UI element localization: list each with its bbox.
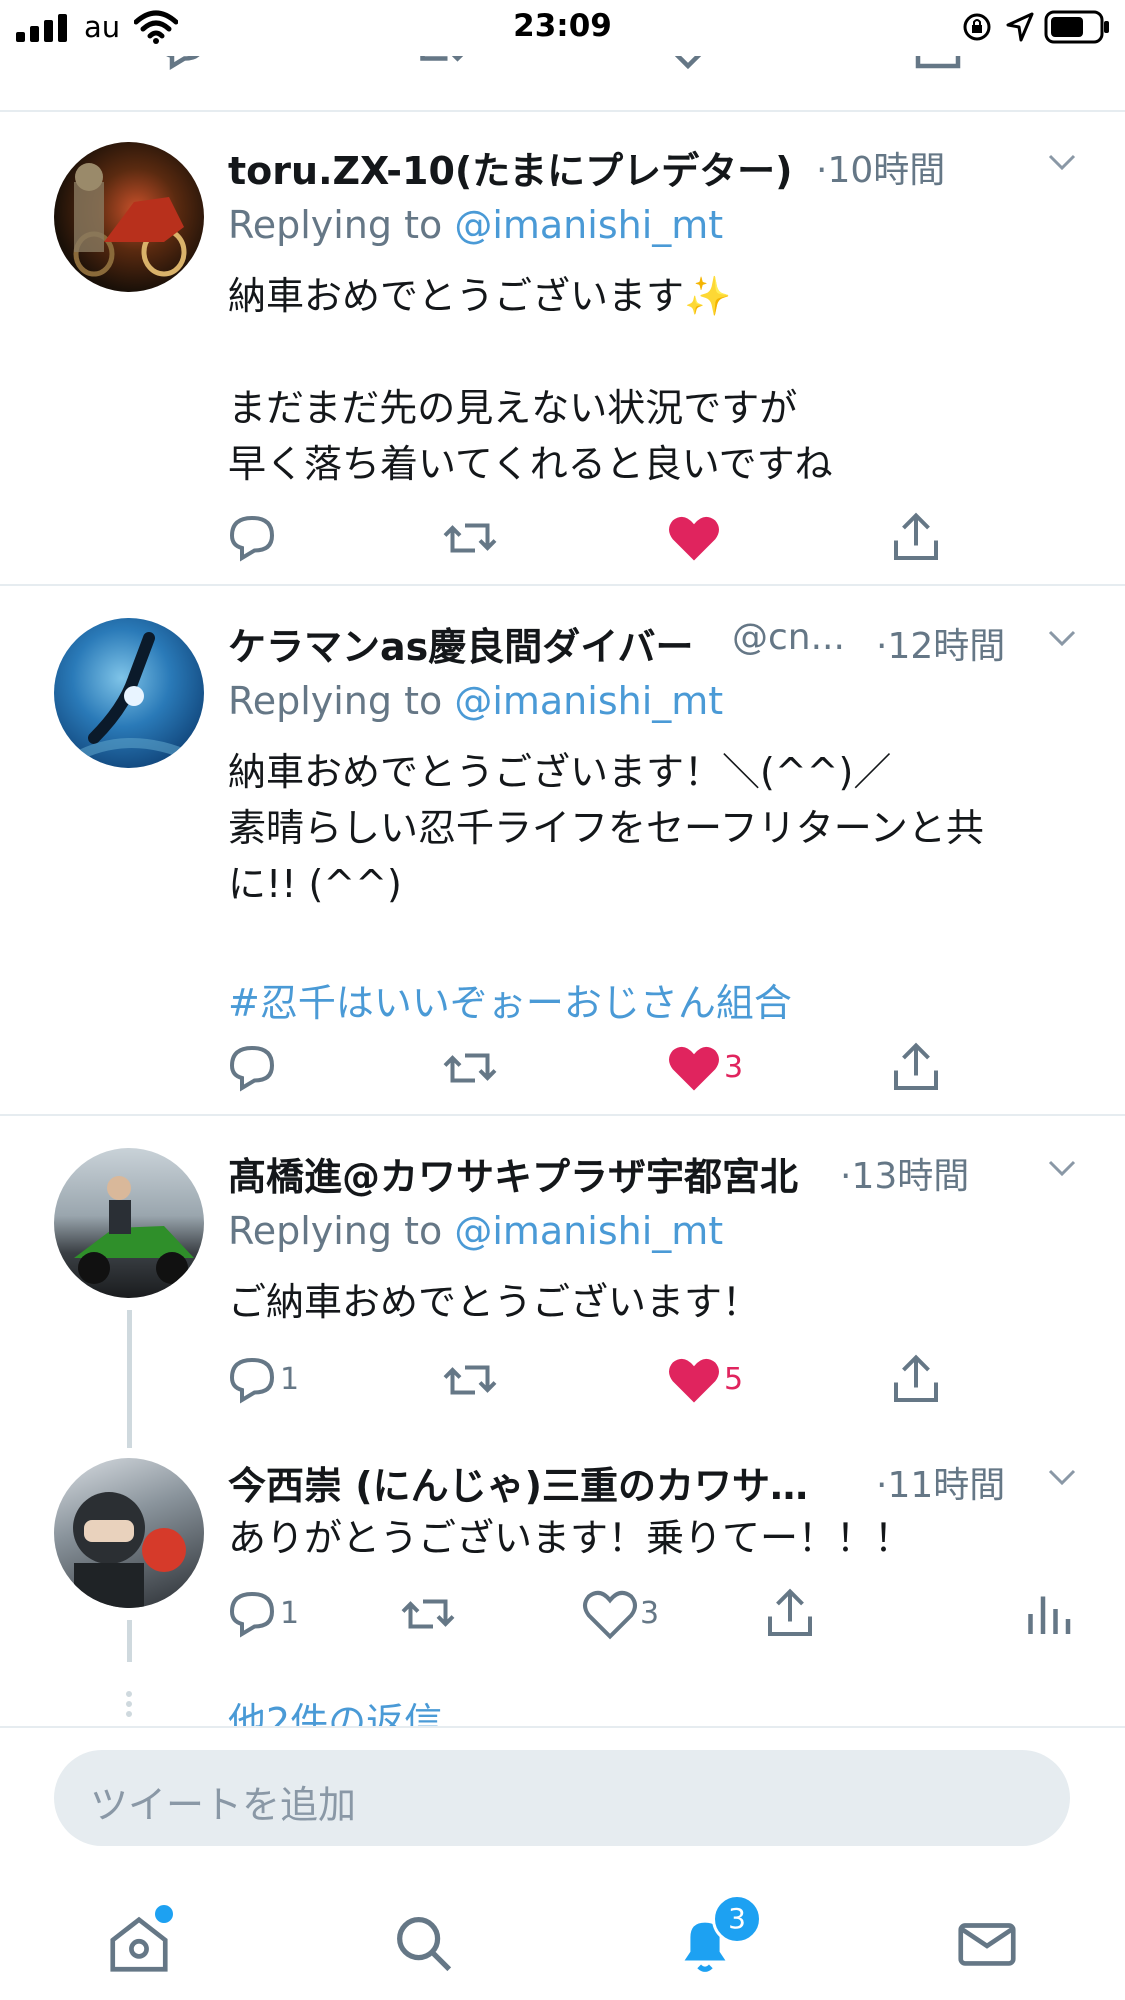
retweet-icon[interactable]: [440, 1038, 500, 1098]
like-count: 5: [724, 1362, 744, 1397]
like-icon[interactable]: [664, 508, 724, 568]
share-icon[interactable]: [760, 1584, 820, 1644]
avatar[interactable]: [54, 142, 204, 292]
helmet-photo: [73, 1492, 186, 1608]
avatar[interactable]: [54, 1458, 204, 1608]
author-name[interactable]: 髙橋進@カワサキプラザ宇都宮北: [228, 1146, 798, 1201]
thread-connector: [127, 1310, 132, 1448]
author-handle[interactable]: @cn...: [732, 617, 845, 658]
separator: [0, 584, 1125, 586]
tab-messages[interactable]: [952, 1908, 1022, 1978]
replying-to-label: Replying to: [228, 679, 455, 723]
share-icon[interactable]: [908, 56, 968, 76]
chevron-down-icon[interactable]: [1044, 1150, 1080, 1186]
compose-placeholder: ツイートを追加: [90, 1783, 357, 1827]
tweet-text: ご納車おめでとうございます！: [228, 1274, 760, 1330]
tweet-line: まだまだ先の見えない状況ですが: [228, 386, 798, 430]
chevron-down-icon[interactable]: [1044, 620, 1080, 656]
retweet-icon[interactable]: [398, 1584, 458, 1644]
retweet-icon[interactable]: [440, 1350, 500, 1410]
status-bar: au 23:09: [0, 0, 1125, 56]
separator: [0, 1726, 1125, 1728]
like-count: 3: [724, 1050, 744, 1085]
replying-to-handle[interactable]: @imanishi_mt: [454, 1209, 723, 1253]
like-count: 3: [640, 1596, 660, 1631]
search-icon: [397, 1917, 452, 1972]
like-icon[interactable]: [664, 1350, 724, 1410]
share-icon[interactable]: [886, 508, 946, 568]
orientation-lock-icon: [963, 13, 991, 41]
like-icon[interactable]: [664, 1038, 724, 1098]
timestamp[interactable]: ·12時間: [876, 617, 1005, 669]
replying-to: Replying to @imanishi_mt: [228, 679, 723, 723]
reply-count: 1: [280, 1362, 300, 1397]
timestamp[interactable]: ·13時間: [840, 1147, 969, 1199]
hashtag-link[interactable]: #忍千はいいぞぉーおじさん組合: [228, 972, 792, 1027]
author-name[interactable]: toru.ZX-10(たまにプレデター): [228, 140, 793, 195]
more-replies-link[interactable]: 他2件の返信: [228, 1700, 442, 1728]
tweet-line: 素晴らしい忍千ライフをセーフリターンと共: [228, 806, 984, 850]
tweet-line: ありがとうございます！乗りてー！！！: [228, 1516, 913, 1560]
previous-tweet-actions: [0, 56, 1125, 78]
share-icon[interactable]: [886, 1350, 946, 1410]
tab-bar: 3: [0, 1870, 1125, 2000]
like-icon[interactable]: [658, 56, 718, 76]
tweet-line: ご納車おめでとうございます！: [228, 1280, 761, 1324]
author-name[interactable]: ケラマンas慶良間ダイバー: [228, 616, 694, 671]
compose-tweet-field[interactable]: ツイートを追加: [54, 1750, 1070, 1846]
notification-badge: 3: [712, 1894, 762, 1944]
replying-to-label: Replying to: [228, 1209, 455, 1253]
replying-to-label: Replying to: [228, 203, 455, 247]
timestamp[interactable]: ·11時間: [876, 1456, 1005, 1508]
timestamp[interactable]: ·10時間: [816, 141, 945, 193]
tab-home[interactable]: [104, 1902, 176, 1978]
home-indicator-dot: [152, 1902, 176, 1926]
share-icon[interactable]: [886, 1038, 946, 1098]
reply-icon[interactable]: [222, 1350, 282, 1410]
tweet-line: に!! (^^): [228, 862, 402, 906]
separator: [0, 1114, 1125, 1116]
replying-to-handle[interactable]: @imanishi_mt: [454, 679, 723, 723]
mail-icon: [958, 1923, 1016, 1966]
reply-icon[interactable]: [222, 1038, 282, 1098]
replying-to: Replying to @imanishi_mt: [228, 1209, 723, 1253]
tweet-text: ありがとうございます！乗りてー！！！: [228, 1510, 912, 1566]
avatar[interactable]: [54, 618, 204, 768]
status-time: 23:09: [513, 8, 612, 44]
separator: [0, 110, 1125, 112]
reply-icon[interactable]: [222, 508, 282, 568]
location-arrow-icon: [1006, 12, 1034, 42]
tweet-text: 納車おめでとうございます✨ まだまだ先の見えない状況ですが 早く落ち着いてくれる…: [228, 268, 833, 492]
tweet-text: 納車おめでとうございます！＼(^^)／ 素晴らしい忍千ライフをセーフリターンと共…: [228, 744, 984, 912]
motorcycle-photo: [73, 163, 187, 277]
rider-photo: [74, 1176, 194, 1284]
avatar[interactable]: [54, 1148, 204, 1298]
tweet-line: 納車おめでとうございます！＼(^^)／: [228, 750, 892, 794]
retweet-icon[interactable]: [410, 56, 470, 76]
replying-to-handle[interactable]: @imanishi_mt: [454, 203, 723, 247]
tab-search[interactable]: [388, 1908, 458, 1978]
reply-icon[interactable]: [222, 1584, 282, 1644]
chevron-down-icon[interactable]: [1044, 1459, 1080, 1495]
reply-icon[interactable]: [152, 56, 212, 76]
tweet-line: 納車おめでとうございます✨: [228, 274, 732, 318]
analytics-icon[interactable]: [1018, 1584, 1078, 1644]
like-icon[interactable]: [580, 1584, 640, 1644]
tweet-line: [228, 324, 833, 380]
tweet-line: 早く落ち着いてくれると良いですね: [228, 442, 833, 486]
battery-icon: [1044, 10, 1109, 44]
tab-notifications[interactable]: 3: [670, 1894, 762, 1978]
diver-photo: [71, 632, 197, 763]
chevron-down-icon[interactable]: [1044, 144, 1080, 180]
reply-count: 1: [280, 1596, 300, 1631]
retweet-icon[interactable]: [440, 508, 500, 568]
thread-dots-icon: [126, 1691, 132, 1717]
replying-to: Replying to @imanishi_mt: [228, 203, 723, 247]
author-name[interactable]: 今西崇 (にんじゃ)三重のカワサ…: [228, 1455, 808, 1510]
thread-connector: [127, 1620, 132, 1662]
